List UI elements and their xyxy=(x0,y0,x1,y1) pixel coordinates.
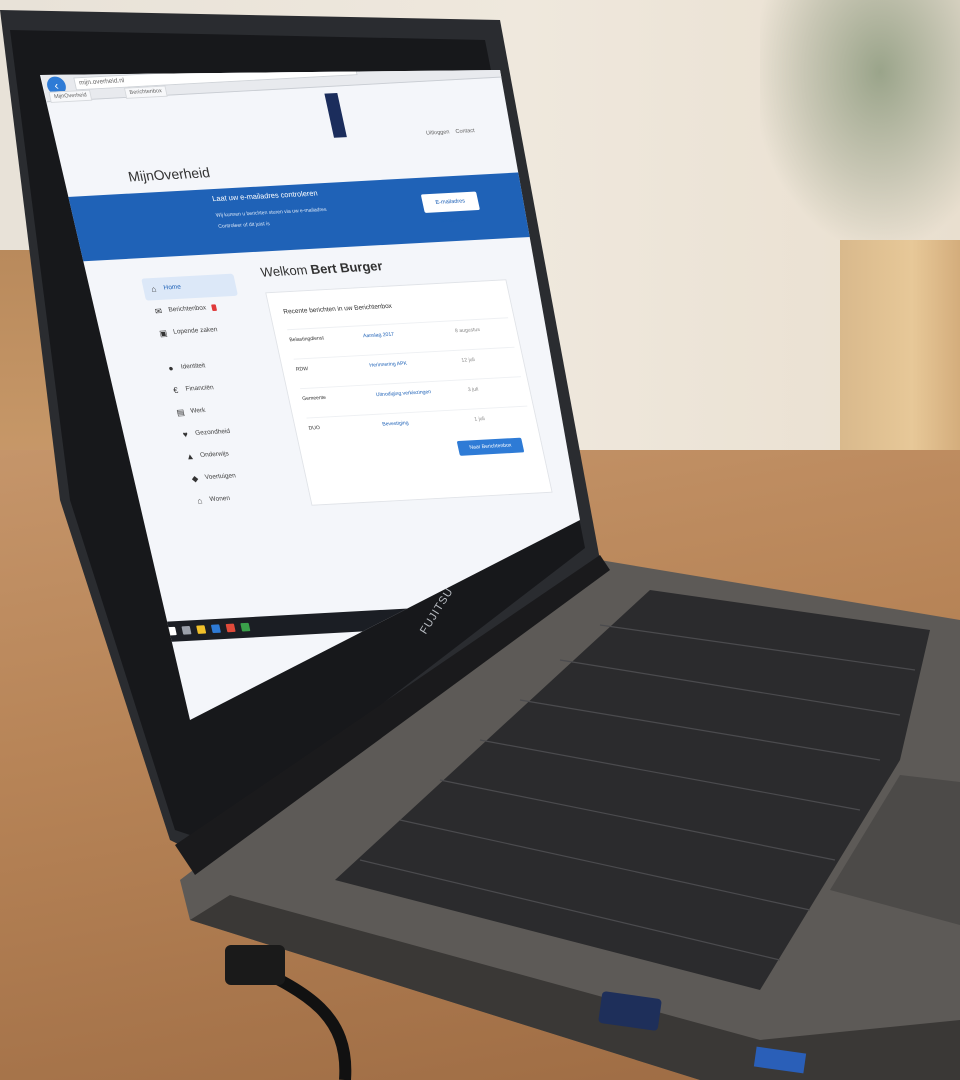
messages-card: Recente berichten in uw Berichtenbox Bel… xyxy=(265,279,553,506)
sidebar-item-label: Berichtenbox xyxy=(167,304,207,314)
welcome-heading: Welkom Bert Burger xyxy=(259,258,384,279)
contact-link[interactable]: Contact xyxy=(455,128,475,135)
app-icon[interactable] xyxy=(225,623,236,633)
user-name: Bert Burger xyxy=(309,258,384,277)
sidebar-item-label: Home xyxy=(163,283,182,292)
browser-tab[interactable]: Berichtenbox xyxy=(123,85,168,99)
sidebar-item-label: Identiteit xyxy=(180,362,206,371)
message-from: Belastingdienst xyxy=(289,335,325,344)
message-from: Gemeente xyxy=(301,395,327,402)
message-subject: Bevestiging xyxy=(381,420,410,428)
to-berichtenbox-button[interactable]: Naar Berichtenbox xyxy=(456,437,525,456)
rijksoverheid-logo xyxy=(324,92,347,138)
message-date: 8 augustus xyxy=(454,327,481,335)
envelope-icon: ✉ xyxy=(154,306,163,316)
sidebar-item-lopende-zaken[interactable]: ▣ Lopende zaken xyxy=(151,318,248,345)
car-icon: ◆ xyxy=(190,473,200,484)
top-links: Uitloggen Contact xyxy=(426,128,476,136)
message-subject: Aanslag 2017 xyxy=(362,331,395,340)
sidebar-item-wonen[interactable]: ⌂ Wonen xyxy=(187,485,284,512)
sidebar-item-label: Financiën xyxy=(185,384,215,393)
message-row[interactable]: Gemeente Uitnodiging verkiezingen 3 juli xyxy=(300,376,526,410)
sidebar-item-label: Lopende zaken xyxy=(172,326,219,336)
welcome-prefix: Welkom xyxy=(259,262,309,280)
house-icon: ⌂ xyxy=(196,495,204,506)
message-date: 12 juli xyxy=(461,357,476,364)
sidebar-item-label: Werk xyxy=(189,407,207,415)
message-date: 3 juli xyxy=(467,386,480,393)
browser-tab[interactable]: MijnOverheid xyxy=(48,89,93,103)
site-brand[interactable]: MijnOverheid xyxy=(127,165,212,185)
message-from: RDW xyxy=(295,366,309,373)
sidebar: ⌂ Home ✉ Berichtenbox ▣ Lopende zaken ● … xyxy=(141,273,284,513)
message-row[interactable]: DUO Bevestiging 1 juli xyxy=(306,405,532,439)
building-icon: ▤ xyxy=(175,407,186,418)
logout-link[interactable]: Uitloggen xyxy=(426,130,451,137)
browser-toolbar: ‹ mijn.overheid.nl MijnOverheid Berichte… xyxy=(40,70,563,103)
card-title: Recente berichten in uw Berichtenbox xyxy=(282,303,393,316)
sidebar-item-label: Wonen xyxy=(209,495,231,503)
unread-badge xyxy=(210,304,217,311)
health-icon: ♥ xyxy=(181,429,189,440)
sidebar-item-label: Voertuigen xyxy=(204,472,237,481)
banner-text: Wij kunnen u berichten sturen via uw e-m… xyxy=(215,207,328,219)
banner-text: Controleer of dit juist is xyxy=(217,221,271,230)
message-row[interactable]: RDW Herinnering APK 12 juli xyxy=(293,346,519,380)
briefcase-icon: ▣ xyxy=(158,328,169,339)
home-icon: ⌂ xyxy=(150,284,158,294)
search-icon[interactable] xyxy=(181,625,192,635)
app-icon[interactable] xyxy=(240,622,251,632)
sidebar-item-label: Gezondheid xyxy=(194,428,231,437)
check-email-button[interactable]: E-mailadres controleren xyxy=(420,191,480,224)
banner-title: Laat uw e-mailadres controleren xyxy=(211,189,319,204)
message-from: DUO xyxy=(308,425,321,432)
euro-icon: € xyxy=(172,385,180,396)
message-subject: Uitnodiging verkiezingen xyxy=(375,389,432,398)
message-row[interactable]: Belastingdienst Aanslag 2017 8 augustus xyxy=(287,317,513,351)
folder-icon[interactable] xyxy=(196,625,207,634)
message-subject: Herinnering APK xyxy=(369,360,408,369)
sidebar-item-label: Onderwijs xyxy=(199,450,230,459)
edge-icon[interactable] xyxy=(210,624,221,634)
education-icon: ▲ xyxy=(185,451,196,462)
person-icon: ● xyxy=(167,363,175,373)
message-date: 1 juli xyxy=(473,416,486,423)
